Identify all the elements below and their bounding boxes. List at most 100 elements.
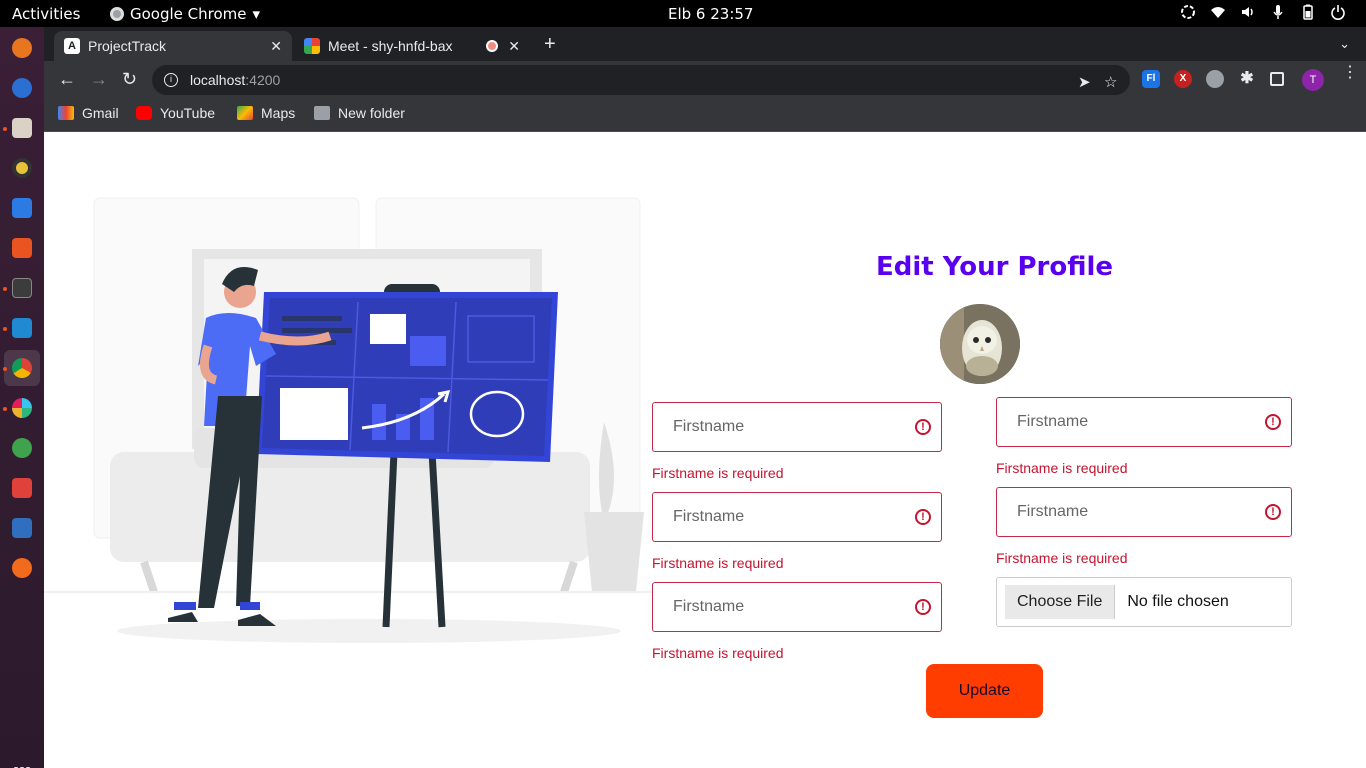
reload-button[interactable]: ↻ bbox=[122, 70, 137, 88]
microphone-icon[interactable] bbox=[1270, 4, 1286, 20]
bookmark-star-icon[interactable]: ☆ bbox=[1104, 73, 1117, 91]
browser-toolbar: ← → ↻ i localhost:4200 ➤ ☆ Fl X ✱ T ⋮ bbox=[44, 61, 1366, 99]
bookmark-gmail[interactable]: Gmail bbox=[58, 105, 119, 121]
system-tray[interactable] bbox=[1180, 4, 1346, 20]
chrome-icon[interactable] bbox=[12, 358, 32, 378]
file-status: No file chosen bbox=[1127, 593, 1229, 610]
files-icon[interactable] bbox=[12, 118, 32, 138]
volume-icon[interactable] bbox=[1240, 4, 1256, 20]
angular-favicon-icon: A bbox=[64, 38, 80, 54]
running-indicator bbox=[3, 287, 7, 291]
firstname-field-3[interactable]: ! bbox=[652, 582, 942, 632]
profile-avatar-image[interactable] bbox=[940, 304, 1020, 384]
firstname-field-5[interactable]: ! bbox=[996, 487, 1292, 537]
firefox-icon[interactable] bbox=[12, 38, 32, 58]
postman-icon[interactable] bbox=[12, 558, 32, 578]
menu-kebab-icon[interactable]: ⋮ bbox=[1342, 65, 1358, 81]
file-input[interactable]: Choose File No file chosen bbox=[996, 577, 1292, 627]
extension-icon[interactable]: Fl bbox=[1142, 70, 1160, 88]
extension-icon[interactable] bbox=[1206, 70, 1224, 88]
thunderbird-icon[interactable] bbox=[12, 78, 32, 98]
new-tab-button[interactable]: + bbox=[544, 34, 556, 54]
firstname-input[interactable] bbox=[653, 493, 941, 541]
site-info-icon[interactable]: i bbox=[164, 73, 178, 87]
battery-icon[interactable] bbox=[1300, 4, 1316, 20]
clock[interactable]: Elb 6 23:57 bbox=[668, 5, 753, 23]
side-panel-icon[interactable] bbox=[1270, 72, 1284, 86]
tab-title: ProjectTrack bbox=[88, 38, 167, 54]
vscode-icon[interactable] bbox=[12, 318, 32, 338]
firstname-field-1[interactable]: ! bbox=[652, 402, 942, 452]
bookmark-maps[interactable]: Maps bbox=[237, 105, 295, 121]
rhythmbox-icon[interactable] bbox=[12, 158, 32, 178]
firstname-error: Firstname is required bbox=[652, 465, 784, 481]
meet-favicon-icon bbox=[304, 38, 320, 54]
running-indicator bbox=[3, 407, 7, 411]
choose-file-button[interactable]: Choose File bbox=[1005, 585, 1116, 619]
address-bar[interactable]: i localhost:4200 ➤ ☆ bbox=[152, 65, 1130, 95]
profile-avatar[interactable]: T bbox=[1302, 69, 1324, 91]
firstname-input[interactable] bbox=[653, 583, 941, 631]
anydesk-icon[interactable] bbox=[12, 478, 32, 498]
bookmark-youtube[interactable]: YouTube bbox=[136, 105, 215, 121]
extension-icon[interactable]: X bbox=[1174, 70, 1192, 88]
network-app-icon[interactable] bbox=[12, 438, 32, 458]
recording-indicator-icon bbox=[486, 40, 498, 52]
app-menu[interactable]: Google Chrome ▾ bbox=[110, 5, 260, 23]
close-tab-icon[interactable]: ✕ bbox=[270, 38, 282, 55]
firstname-input[interactable] bbox=[997, 488, 1291, 536]
error-icon: ! bbox=[915, 419, 931, 435]
send-icon[interactable]: ➤ bbox=[1078, 73, 1091, 91]
error-icon: ! bbox=[915, 509, 931, 525]
puzzle-icon[interactable]: ✱ bbox=[1238, 70, 1256, 88]
tab-title: Meet - shy-hnfd-bax bbox=[328, 38, 453, 54]
firstname-field-4[interactable]: ! bbox=[996, 397, 1292, 447]
bookmark-label: Maps bbox=[261, 105, 296, 121]
dock bbox=[0, 27, 44, 768]
address-host: localhost bbox=[190, 72, 246, 88]
system-top-bar: Activities Google Chrome ▾ Elb 6 23:57 bbox=[0, 0, 1366, 27]
tab-meet[interactable]: Meet - shy-hnfd-bax ✕ bbox=[294, 31, 530, 61]
bookmark-label: New folder bbox=[338, 105, 405, 121]
gmail-icon bbox=[58, 106, 74, 120]
chevron-down-icon: ▾ bbox=[252, 5, 261, 23]
firstname-input[interactable] bbox=[997, 398, 1291, 446]
update-button[interactable]: Update bbox=[926, 664, 1043, 718]
activities-button[interactable]: Activities bbox=[12, 5, 80, 23]
forward-button[interactable]: → bbox=[90, 70, 108, 88]
bookmarks-bar: Gmail YouTube Maps New folder bbox=[44, 99, 1366, 132]
bookmark-label: YouTube bbox=[160, 105, 216, 121]
running-indicator bbox=[3, 127, 7, 131]
power-icon[interactable] bbox=[1330, 4, 1346, 20]
chrome-icon bbox=[110, 7, 124, 21]
back-button[interactable]: ← bbox=[58, 70, 76, 88]
folder-icon bbox=[314, 106, 330, 120]
slack-tray-icon[interactable] bbox=[1180, 4, 1196, 20]
maps-icon bbox=[237, 106, 253, 120]
firstname-error: Firstname is required bbox=[652, 555, 784, 571]
writer-icon[interactable] bbox=[12, 198, 32, 218]
close-tab-icon[interactable]: ✕ bbox=[508, 38, 520, 55]
tab-search-chevron-icon[interactable]: ⌄ bbox=[1339, 36, 1350, 52]
firstname-input[interactable] bbox=[653, 403, 941, 451]
youtube-icon bbox=[136, 106, 152, 120]
owl-photo-icon bbox=[940, 304, 1020, 384]
running-indicator bbox=[3, 327, 7, 331]
tab-strip: A ProjectTrack ✕ Meet - shy-hnfd-bax ✕ +… bbox=[44, 27, 1366, 61]
bookmark-new-folder[interactable]: New folder bbox=[314, 105, 405, 121]
firstname-field-2[interactable]: ! bbox=[652, 492, 942, 542]
software-center-icon[interactable] bbox=[12, 238, 32, 258]
page-content: Edit Your Profile ! Firstname is require… bbox=[44, 132, 1366, 768]
running-indicator bbox=[3, 367, 7, 371]
error-icon: ! bbox=[1265, 414, 1281, 430]
app-menu-label: Google Chrome bbox=[130, 5, 247, 23]
page-title: Edit Your Profile bbox=[876, 252, 1114, 282]
slack-icon[interactable] bbox=[12, 398, 32, 418]
wifi-icon[interactable] bbox=[1210, 4, 1226, 20]
text-editor-icon[interactable] bbox=[12, 518, 32, 538]
bookmark-label: Gmail bbox=[82, 105, 119, 121]
terminal-icon[interactable] bbox=[12, 278, 32, 298]
firstname-error: Firstname is required bbox=[652, 645, 784, 661]
tab-projecttrack[interactable]: A ProjectTrack ✕ bbox=[54, 31, 292, 61]
firstname-error: Firstname is required bbox=[996, 550, 1128, 566]
